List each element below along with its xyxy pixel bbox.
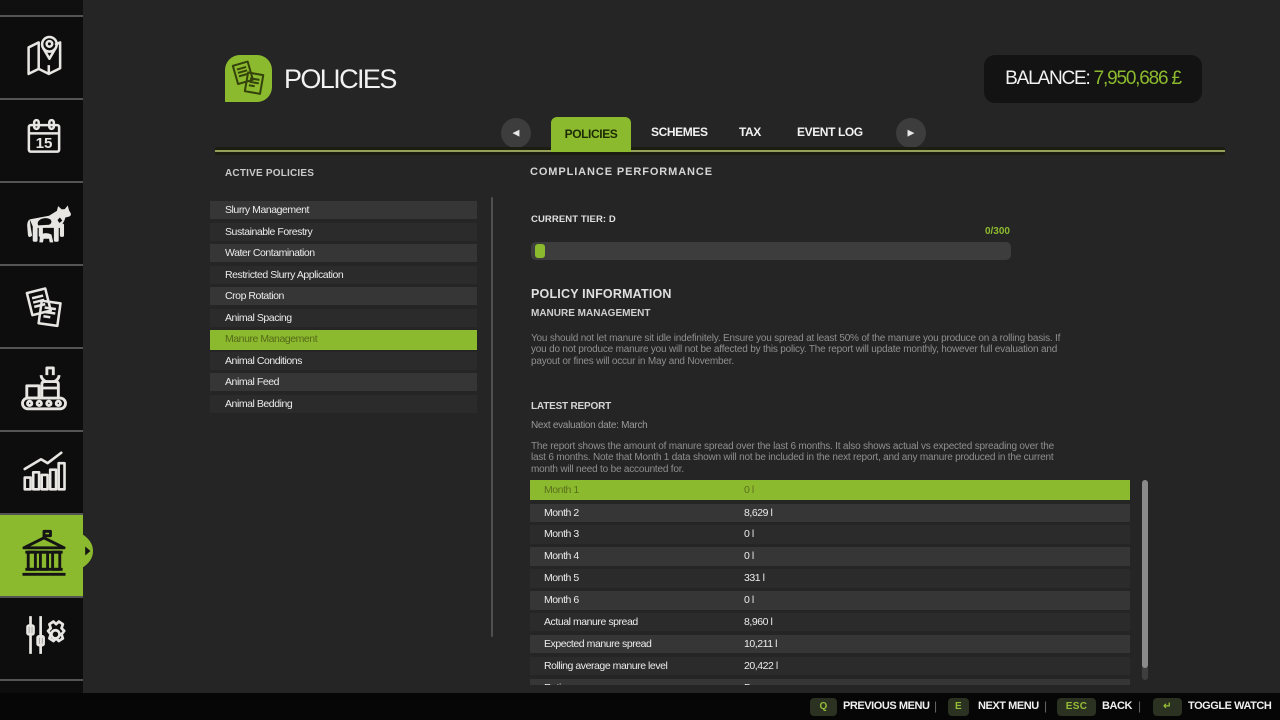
svg-text:15: 15 [35,134,52,151]
